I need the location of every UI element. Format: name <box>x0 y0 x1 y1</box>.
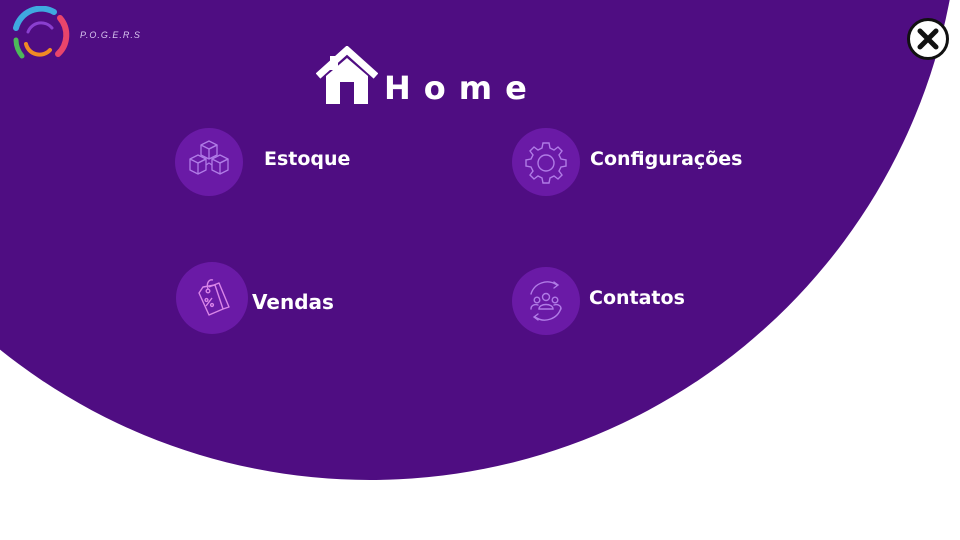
people-icon <box>530 281 562 321</box>
icon-circle <box>512 267 580 335</box>
icon-circle <box>176 262 248 334</box>
menu-item-configuracoes[interactable]: Configurações <box>512 128 742 196</box>
price-tag-icon <box>198 279 230 316</box>
menu-item-label: Estoque <box>264 148 351 170</box>
ring-logo-icon <box>13 6 70 59</box>
boxes-icon <box>189 140 229 175</box>
icon-circle <box>512 128 580 196</box>
house-icon <box>316 46 378 104</box>
home-screen: P.O.G.E.R.S Home Estoque Configurações V… <box>0 0 960 540</box>
icon-circle <box>175 128 243 196</box>
menu-item-contatos[interactable]: Contatos <box>512 267 685 335</box>
menu-item-estoque[interactable]: Estoque <box>175 128 350 196</box>
close-icon[interactable] <box>906 17 950 61</box>
menu-item-label: Configurações <box>590 148 743 170</box>
menu-item-vendas[interactable]: Vendas <box>176 262 334 334</box>
page-title: Home <box>384 69 540 107</box>
brand-name: P.O.G.E.R.S <box>80 30 141 40</box>
gear-icon <box>525 142 567 184</box>
menu-item-label: Contatos <box>589 287 685 309</box>
menu-item-label: Vendas <box>252 290 334 314</box>
page-header: Home <box>316 46 540 106</box>
